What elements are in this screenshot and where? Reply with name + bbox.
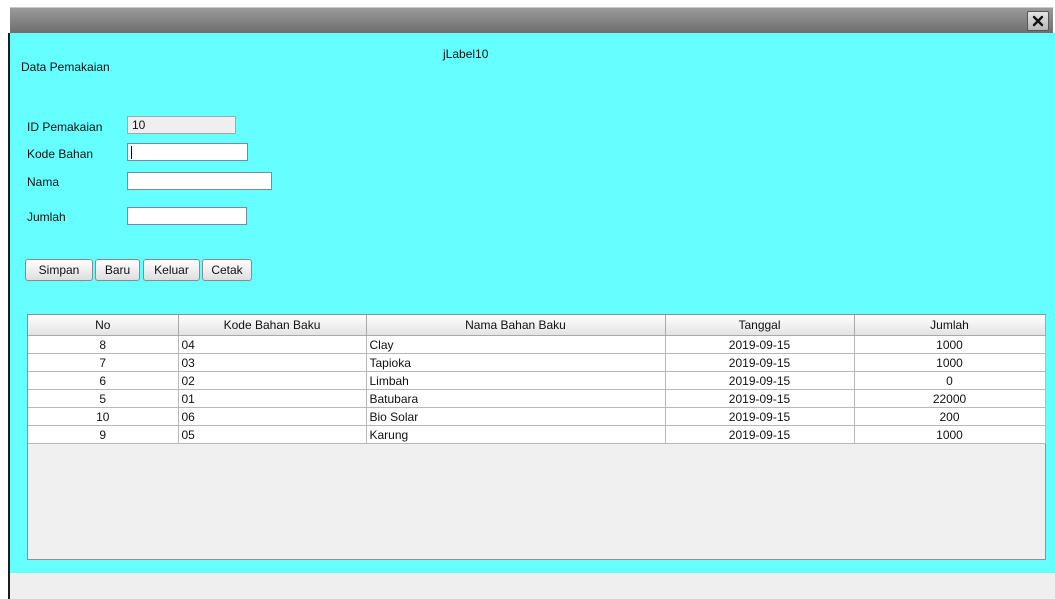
cell-nama: Batubara bbox=[365, 389, 666, 408]
cell-tanggal: 2019-09-15 bbox=[664, 335, 855, 354]
table-row[interactable]: 8 04 Clay 2019-09-15 1000 bbox=[28, 335, 1046, 354]
baru-button[interactable]: Baru bbox=[95, 259, 140, 281]
cell-tanggal: 2019-09-15 bbox=[664, 389, 855, 408]
cell-kode: 01 bbox=[177, 389, 367, 408]
window-titlebar bbox=[0, 0, 1055, 35]
keluar-button[interactable]: Keluar bbox=[143, 259, 200, 281]
cell-kode: 02 bbox=[177, 371, 367, 390]
close-icon bbox=[1032, 15, 1044, 27]
cell-jumlah: 1000 bbox=[853, 353, 1046, 372]
cell-nama: Bio Solar bbox=[365, 407, 666, 426]
cell-tanggal: 2019-09-15 bbox=[664, 353, 855, 372]
cell-tanggal: 2019-09-15 bbox=[664, 371, 855, 390]
cell-no: 9 bbox=[28, 425, 179, 444]
column-header-jumlah[interactable]: Jumlah bbox=[853, 315, 1046, 336]
cell-nama: Karung bbox=[365, 425, 666, 444]
cell-jumlah: 200 bbox=[853, 407, 1046, 426]
jumlah-label: Jumlah bbox=[27, 210, 66, 224]
cell-jumlah: 0 bbox=[853, 371, 1046, 390]
column-header-kode-bahan-baku[interactable]: Kode Bahan Baku bbox=[177, 315, 367, 336]
jumlah-field[interactable] bbox=[127, 207, 247, 225]
cell-nama: Tapioka bbox=[365, 353, 666, 372]
kode-bahan-label: Kode Bahan bbox=[27, 147, 94, 161]
cell-jumlah: 1000 bbox=[853, 335, 1046, 354]
nama-field[interactable] bbox=[127, 172, 272, 190]
id-pemakaian-label: ID Pemakaian bbox=[27, 120, 103, 134]
cell-no: 7 bbox=[28, 353, 179, 372]
top-label: jLabel10 bbox=[443, 47, 489, 61]
nama-label: Nama bbox=[27, 175, 60, 189]
title-bar-strip[interactable] bbox=[10, 7, 1053, 35]
cell-kode: 03 bbox=[177, 353, 367, 372]
cell-nama: Clay bbox=[365, 335, 666, 354]
cell-kode: 04 bbox=[177, 335, 367, 354]
table-row[interactable]: 7 03 Tapioka 2019-09-15 1000 bbox=[28, 353, 1046, 372]
column-header-tanggal[interactable]: Tanggal bbox=[664, 315, 855, 336]
page-title: Data Pemakaian bbox=[21, 60, 110, 74]
cell-tanggal: 2019-09-15 bbox=[664, 407, 855, 426]
table-header-row: No Kode Bahan Baku Nama Bahan Baku Tangg… bbox=[28, 315, 1046, 336]
cell-nama: Limbah bbox=[365, 371, 666, 390]
pemakaian-table: No Kode Bahan Baku Nama Bahan Baku Tangg… bbox=[28, 315, 1046, 444]
text-caret bbox=[131, 146, 132, 159]
cell-kode: 05 bbox=[177, 425, 367, 444]
cell-no: 6 bbox=[28, 371, 179, 390]
window-frame: Data Pemakaian jLabel10 ID Pemakaian 10 … bbox=[8, 33, 1055, 599]
close-button[interactable] bbox=[1027, 11, 1049, 31]
id-pemakaian-field[interactable]: 10 bbox=[127, 116, 236, 134]
cell-tanggal: 2019-09-15 bbox=[664, 425, 855, 444]
kode-bahan-field[interactable] bbox=[127, 143, 248, 161]
column-header-nama-bahan-baku[interactable]: Nama Bahan Baku bbox=[365, 315, 666, 336]
column-header-no[interactable]: No bbox=[28, 315, 179, 336]
cell-jumlah: 1000 bbox=[853, 425, 1046, 444]
table-row[interactable]: 6 02 Limbah 2019-09-15 0 bbox=[28, 371, 1046, 390]
cetak-button[interactable]: Cetak bbox=[202, 259, 252, 281]
cell-no: 10 bbox=[28, 407, 179, 426]
content-panel: Data Pemakaian jLabel10 ID Pemakaian 10 … bbox=[10, 33, 1055, 573]
table-row[interactable]: 10 06 Bio Solar 2019-09-15 200 bbox=[28, 407, 1046, 426]
cell-jumlah: 22000 bbox=[853, 389, 1046, 408]
simpan-button[interactable]: Simpan bbox=[25, 259, 93, 281]
cell-no: 5 bbox=[28, 389, 179, 408]
cell-no: 8 bbox=[28, 335, 179, 354]
table-row[interactable]: 5 01 Batubara 2019-09-15 22000 bbox=[28, 389, 1046, 408]
data-table[interactable]: No Kode Bahan Baku Nama Bahan Baku Tangg… bbox=[27, 314, 1046, 560]
table-row[interactable]: 9 05 Karung 2019-09-15 1000 bbox=[28, 425, 1046, 444]
cell-kode: 06 bbox=[177, 407, 367, 426]
